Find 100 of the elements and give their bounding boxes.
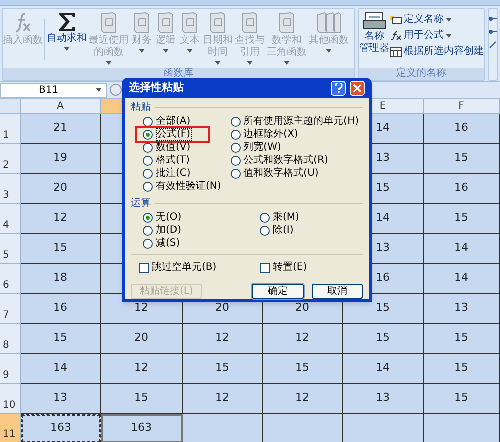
row-header[interactable]: 11 [0,414,21,442]
column-header[interactable]: F [424,99,500,113]
dropdown-caret-icon [446,18,452,22]
table-cell: 14 [343,354,424,384]
dropdown-caret-icon [139,49,145,53]
table-cell: 15 [343,324,424,354]
table-cell: 15 [183,354,263,384]
radio-option[interactable]: 乘(M) [260,211,304,224]
row-header[interactable]: 1 [0,114,21,144]
row-header[interactable]: 5 [0,234,21,264]
section-title: 运算 [131,197,151,210]
ribbon-button[interactable]: 自动求和 [46,11,88,53]
book-icon [180,11,200,35]
radio-option[interactable]: 边框除外(X) [230,128,302,141]
dropdown-caret-icon [284,61,290,65]
radio-option[interactable]: 数值(V) [143,141,195,154]
table-cell: 15 [424,144,500,174]
row-header[interactable]: 2 [0,144,21,174]
table-cell: 12 [21,204,101,234]
table-cell: 15 [263,354,343,384]
table-cell: 13 [21,384,101,414]
radio-option[interactable]: 除(I) [260,224,298,237]
row-header[interactable]: 3 [0,174,21,204]
table-cell: 15 [343,294,424,324]
book-icon [208,11,228,35]
ok-button[interactable]: 确定 [252,284,304,299]
dropdown-caret-icon [163,49,169,53]
table-cell: 15 [424,204,500,234]
table-cell: 12 [183,384,263,414]
dropdown-caret-icon [215,61,221,65]
checkbox-option[interactable]: 跳过空单元(B) [139,260,260,275]
cancel-button[interactable]: 取消 [312,284,363,299]
row-header[interactable]: 4 [0,204,21,234]
table-cell: 12 [263,384,343,414]
trace-arrows-icon [489,15,497,23]
table-cell: 15 [424,324,500,354]
table-cell: 13 [424,294,500,324]
table-cell: 18 [21,264,101,294]
table-cell: 13 [343,384,424,414]
radio-option[interactable]: 批注(C) [143,167,195,180]
ribbon-menu-button[interactable]: 定义名称 [390,12,484,27]
table-cell: 14 [21,354,101,384]
close-button[interactable] [350,80,365,96]
table-cell: 163 [101,414,183,442]
table-icon [390,46,402,56]
dropdown-caret-icon [446,34,452,38]
card-file-icon [362,11,386,31]
radio-option[interactable]: 公式和数字格式(R) [230,154,332,167]
dropdown-caret-icon [106,61,112,65]
table-cell: 12 [263,324,343,354]
book-icon [132,11,152,35]
name-box-dropdown-icon [96,88,102,92]
radio-option[interactable]: 全部(A) [143,115,195,128]
row-header[interactable]: 10 [0,384,21,414]
table-cell: 15 [21,324,101,354]
close-icon [353,84,362,92]
ribbon-menu-button[interactable]: 根据所选内容创建 [390,44,484,59]
table-cell: 15 [21,234,101,264]
row-header[interactable]: 9 [0,354,21,384]
row-header[interactable]: 7 [0,294,21,324]
radio-option[interactable]: 格式(T) [143,154,194,167]
sum-icon [56,11,78,33]
table-cell: 15 [424,354,500,384]
row-header[interactable]: 6 [0,264,21,294]
help-button[interactable] [331,80,346,96]
label-tag-icon [390,14,402,24]
book-icon [240,11,260,35]
dropdown-caret-icon [326,49,332,53]
section-title: 粘贴 [131,101,151,114]
table-cell: 16 [424,114,500,144]
table-cell: 20 [21,174,101,204]
table-cell: 12 [101,354,183,384]
function-icon [390,30,402,40]
name-manager-button[interactable]: 名称 管理器 [359,11,390,55]
table-cell: 20 [101,324,183,354]
books-icon [316,11,342,35]
radio-option[interactable]: 有效性验证(N) [143,180,226,193]
radio-option[interactable]: 无(O) [143,211,186,224]
table-cell: 16 [21,294,101,324]
group-title: 定义的名称 [359,68,484,80]
radio-option[interactable]: 加(D) [143,224,186,237]
dialog-title: 选择性粘贴 [129,80,185,96]
trace-arrows-icon [489,28,497,36]
ribbon-menu-button[interactable]: 用于公式 [390,28,484,43]
radio-option[interactable]: 列宽(W) [230,141,286,154]
radio-option[interactable]: 值和数字格式(U) [230,167,323,180]
checkbox-option[interactable]: 转置(E) [260,260,308,275]
name-box[interactable]: B11 [0,82,107,98]
dropdown-caret-icon [247,61,253,65]
table-cell: 163 [21,414,101,442]
book-icon [277,11,297,35]
radio-option[interactable]: 减(S) [143,237,184,250]
row-header[interactable]: 8 [0,324,21,354]
table-cell: 15 [424,384,500,414]
dropdown-caret-icon [187,49,193,53]
help-icon [334,83,342,93]
table-cell: 21 [21,114,101,144]
table-cell: 14 [424,264,500,294]
table-cell: 16 [424,174,500,204]
table-cell: 19 [21,144,101,174]
